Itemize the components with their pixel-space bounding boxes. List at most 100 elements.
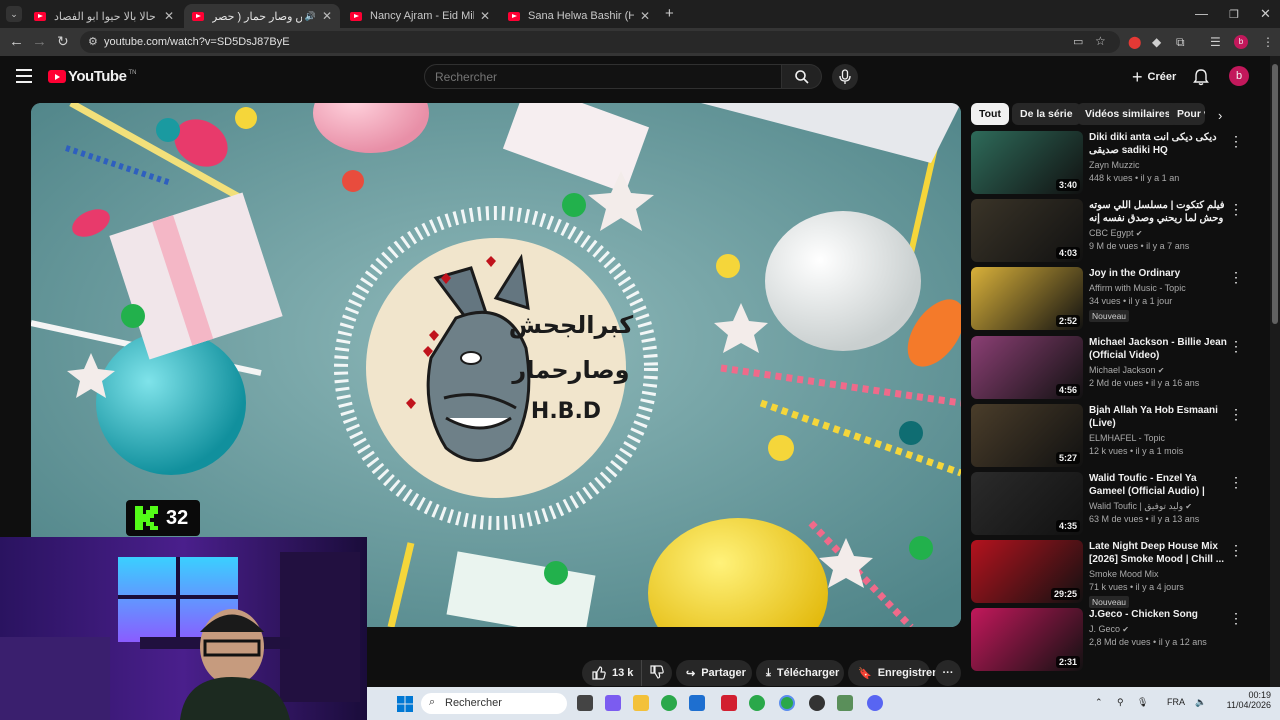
more-options-icon[interactable]: ⋮ [1229,610,1243,627]
recommendation-item[interactable]: 4:03 فيلم كتكوت | مسلسل اللي سوته وحش لما… [971,199,1261,263]
extension-red-icon[interactable]: ⬤ [1128,35,1141,49]
save-button[interactable]: 🔖 Enregistrer [848,660,936,686]
windows-start-icon[interactable] [397,696,413,712]
network-icon[interactable]: ⚲ [1117,697,1124,708]
more-options-icon[interactable]: ⋮ [1229,201,1243,218]
chrome-alt-icon[interactable] [749,695,765,711]
channel-name[interactable]: Michael Jackson ✔ [1089,365,1164,375]
recommendation-item[interactable]: 4:56 Michael Jackson - Billie Jean (Offic… [971,336,1261,400]
back-arrow-icon[interactable]: ← [9,33,24,50]
extension-diamond-icon[interactable]: ◆ [1152,35,1161,49]
video-thumbnail[interactable]: 3:40 [971,131,1083,194]
chrome-menu-icon[interactable]: ⋮ [1262,35,1274,49]
channel-name[interactable]: ELMHAFEL - Topic [1089,433,1165,443]
browser-tab-3[interactable]: Nancy Ajram - Eid Milad (Offici ✕ [342,4,498,28]
channel-name[interactable]: Affirm with Music - Topic [1089,283,1186,293]
recommendation-item[interactable]: 2:52 Joy in the Ordinary Affirm with Music… [971,267,1261,331]
recommendation-item[interactable]: 4:35 Walid Toufic - Enzel Ya Gameel (Offi… [971,472,1261,536]
chrome-icon[interactable] [661,695,677,711]
window-close-icon[interactable]: ✕ [1260,6,1271,22]
more-options-icon[interactable]: ⋮ [1229,269,1243,286]
notifications-bell-icon[interactable] [1193,68,1209,86]
task-view-icon[interactable] [577,695,593,711]
search-button[interactable] [782,64,822,89]
reload-icon[interactable]: ↻ [57,33,69,50]
channel-name[interactable]: Smoke Mood Mix [1089,569,1159,579]
browser-tab-1[interactable]: يلا حالا بالا حيوا ابو الفصاد YouTube ✕ [26,4,182,28]
voice-search-button[interactable] [832,64,858,90]
video-thumbnail[interactable]: 2:31 [971,608,1083,671]
chrome-profile-avatar[interactable]: b [1234,35,1248,49]
channel-name[interactable]: J. Geco ✔ [1089,624,1129,634]
video-title[interactable]: Bjah Allah Ya Hob Esmaani (Live) [1089,404,1229,430]
app-green-icon[interactable] [837,695,853,711]
recommendation-item[interactable]: 2:31 J.Geco - Chicken Song J. Geco ✔ 2,8 Md… [971,608,1261,672]
speaker-icon[interactable]: 🔈 [1195,697,1206,708]
url-text[interactable]: youtube.com/watch?v=SD5DsJ87ByE [104,36,290,48]
video-title[interactable]: فيلم كتكوت | مسلسل اللي سوته وحش لما ريح… [1089,199,1229,226]
tray-chevron-icon[interactable]: ⌃ [1095,697,1103,708]
chips-next-arrow-icon[interactable]: › [1218,108,1222,123]
channel-name[interactable]: Zayn Muzzic [1089,160,1140,170]
bookmark-star-icon[interactable]: ☆ [1095,34,1106,48]
video-thumbnail[interactable]: 29:25 [971,540,1083,603]
site-info-icon[interactable]: ⚙ [88,35,98,48]
download-button[interactable]: ⤓ Télécharger [756,660,844,686]
more-options-icon[interactable]: ⋮ [1229,542,1243,559]
new-tab-plus-icon[interactable]: + [665,5,674,22]
video-thumbnail[interactable]: 4:03 [971,199,1083,262]
scroll-thumb[interactable] [1272,64,1278,324]
video-title[interactable]: Late Night Deep House Mix [2026] Smoke M… [1089,540,1229,566]
video-title[interactable]: Walid Toufic - Enzel Ya Gameel (Official… [1089,472,1229,499]
video-title[interactable]: J.Geco - Chicken Song [1089,608,1229,621]
copilot-icon[interactable] [605,695,621,711]
forward-arrow-icon[interactable]: → [32,33,47,50]
recommendation-item[interactable]: 29:25 Late Night Deep House Mix [2026] Sm… [971,540,1261,608]
page-scrollbar[interactable] [1270,56,1280,687]
recommendation-item[interactable]: 5:27 Bjah Allah Ya Hob Esmaani (Live) ELMH… [971,404,1261,468]
file-explorer-icon[interactable] [633,695,649,711]
more-options-icon[interactable]: ⋮ [1229,474,1243,491]
channel-name[interactable]: Walid Toufic | وليد توفيق ✔ [1089,501,1192,512]
guide-menu-icon[interactable] [16,69,32,87]
chip-all[interactable]: Tout [971,103,1009,125]
video-title[interactable]: Diki diki anta دیکی دیکی انت صدیقی sadik… [1089,131,1229,157]
taskbar-search[interactable]: ⌕ Rechercher [421,693,567,714]
more-options-icon[interactable]: ⋮ [1229,338,1243,355]
chip-for-you[interactable]: Pour v [1169,103,1205,125]
dislike-button[interactable] [642,664,665,682]
tab-close-icon[interactable]: ✕ [480,9,490,23]
recommendation-item[interactable]: 3:40 Diki diki anta دیکی دیکی انت صدیقی s… [971,131,1261,195]
more-options-icon[interactable]: ⋮ [1229,406,1243,423]
channel-name[interactable]: CBC Egypt ✔ [1089,228,1142,238]
restore-icon[interactable]: ❐ [1229,8,1239,21]
reading-list-icon[interactable]: ☰ [1210,35,1221,49]
browser-tab-4[interactable]: Sana Helwa Bashir (Happy Birth ✕ [500,4,658,28]
account-avatar[interactable]: b [1229,66,1249,86]
video-thumbnail[interactable]: 2:52 [971,267,1083,330]
language-indicator[interactable]: FRA [1167,697,1185,707]
discord-icon[interactable] [867,695,883,711]
video-thumbnail[interactable]: 4:56 [971,336,1083,399]
youtube-logo[interactable]: YouTube TN [48,68,136,85]
audio-playing-icon[interactable]: 🔊 [305,11,316,22]
search-input[interactable] [435,70,765,84]
video-title[interactable]: Joy in the Ordinary [1089,267,1229,280]
tab-close-icon[interactable]: ✕ [322,9,332,23]
minimize-icon[interactable]: — [1195,6,1208,21]
microphone-tray-icon[interactable]: 🎙 [1137,697,1148,708]
video-thumbnail[interactable]: 5:27 [971,404,1083,467]
clock[interactable]: 00:19 11/04/2026 [1227,690,1271,710]
extensions-puzzle-icon[interactable]: ⧉ [1176,35,1185,50]
tab-close-icon[interactable]: ✕ [640,9,650,23]
tab-search-button[interactable]: ⌄ [6,6,22,22]
like-button[interactable]: 13 k [582,660,643,686]
video-title[interactable]: Michael Jackson - Billie Jean (Official … [1089,336,1229,362]
tab-close-icon[interactable]: ✕ [164,9,174,23]
create-button[interactable]: + Créer [1126,66,1182,88]
wps-office-icon[interactable] [721,695,737,711]
cast-icon[interactable]: ▭ [1073,35,1083,48]
share-button[interactable]: ↪ Partager [676,660,752,686]
more-actions-button[interactable]: ··· [935,660,961,686]
chrome-active-profile-icon[interactable] [779,695,795,711]
